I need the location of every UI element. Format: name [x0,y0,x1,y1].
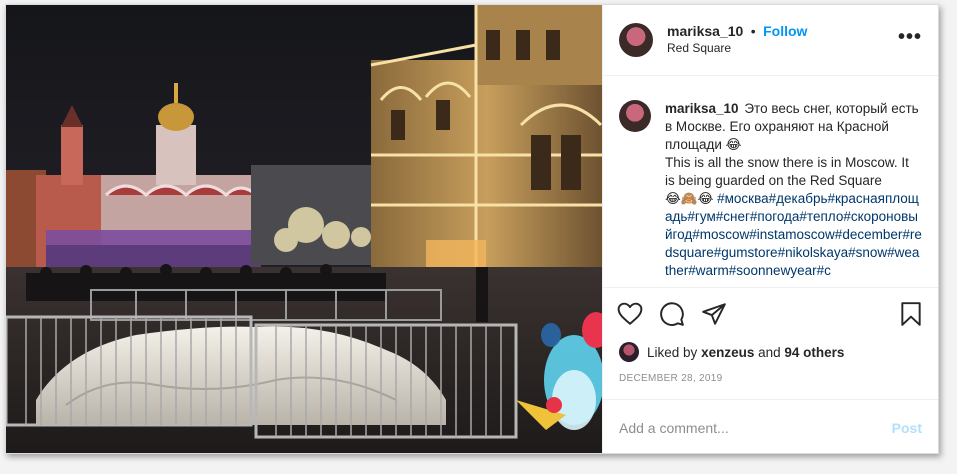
location-link[interactable]: Red Square [667,40,807,57]
post-comment-button[interactable]: Post [892,420,922,436]
author-info: mariksa_10 • Follow Red Square [667,23,807,57]
likes-others-link[interactable]: 94 others [784,345,844,360]
heart-icon[interactable] [617,301,643,327]
comment-box: Post [603,399,938,453]
likes-row: Liked by xenzeus and 94 others [603,339,938,365]
post-date[interactable]: DECEMBER 28, 2019 [603,365,938,399]
likes-prefix: Liked by [647,344,698,360]
more-options-icon[interactable]: ••• [898,27,922,47]
caption-block: mariksa_10 Это весь снег, который есть в… [603,76,938,287]
likes-middle: and [758,344,781,360]
comment-input[interactable] [619,419,892,436]
post-photo[interactable] [6,5,602,453]
caption-username[interactable]: mariksa_10 [665,101,739,116]
red-square-night-photo [6,5,602,453]
separator-dot: • [750,23,756,39]
liker-username[interactable]: xenzeus [701,345,754,360]
caption-body: mariksa_10 Это весь снег, который есть в… [665,100,922,287]
instagram-post: mariksa_10 • Follow Red Square ••• marik… [5,4,939,454]
author-username[interactable]: mariksa_10 [667,23,743,39]
follow-button[interactable]: Follow [763,23,807,39]
action-bar [603,287,938,339]
author-avatar[interactable] [619,23,653,57]
bookmark-icon[interactable] [898,301,924,327]
post-sidebar: mariksa_10 • Follow Red Square ••• marik… [602,5,938,453]
caption-avatar[interactable] [619,100,651,132]
post-header: mariksa_10 • Follow Red Square ••• [603,5,938,76]
liker-avatar[interactable] [619,342,639,362]
share-icon[interactable] [701,301,727,327]
comment-icon[interactable] [659,301,685,327]
